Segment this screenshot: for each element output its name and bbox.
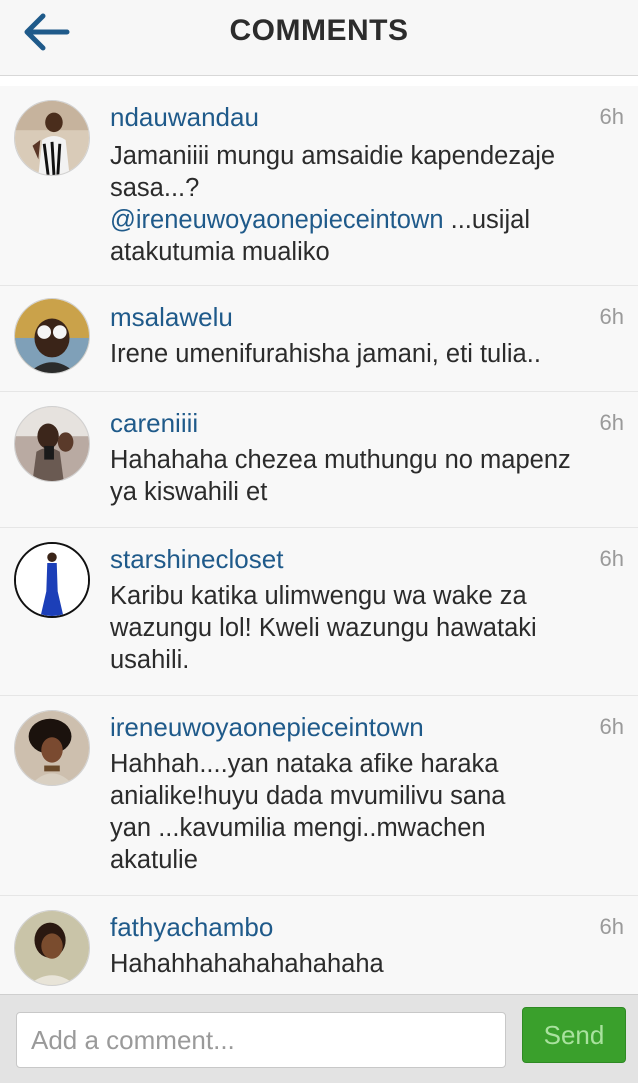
- comment-line: @ireneuwoyaonepieceintown ...usijal: [110, 204, 610, 236]
- header-spacer: [0, 76, 638, 86]
- avatar-image-icon: [15, 911, 89, 985]
- comment-line: ya kiswahili et: [110, 478, 268, 506]
- avatar-image-icon: [15, 407, 89, 481]
- comment-item: careniiii 6h Hahahaha chezea muthungu no…: [0, 392, 638, 528]
- comment-line: sasa...?: [110, 174, 200, 202]
- comment-line-suffix: ...usijal: [443, 206, 530, 234]
- avatar[interactable]: [14, 406, 90, 482]
- comment-timestamp: 6h: [599, 104, 624, 129]
- comment-username[interactable]: ireneuwoyaonepieceintown: [110, 712, 424, 743]
- comment-item: fathyachambo 6h Hahahhahahahahahaha: [0, 896, 638, 994]
- avatar[interactable]: [14, 298, 90, 374]
- comment-text: Irene umenifurahisha jamani, eti tulia..: [110, 338, 610, 370]
- comment-line: Hahhah....yan nataka afike haraka: [110, 750, 499, 778]
- comment-line: wazungu lol! Kweli wazungu hawataki: [110, 614, 537, 642]
- comment-item: starshinecloset 6h Karibu katika ulimwen…: [0, 528, 638, 696]
- avatar[interactable]: [14, 100, 90, 176]
- comment-text: Karibu katika ulimwengu wa wake za wazun…: [110, 580, 610, 676]
- comment-line: akatulie: [110, 846, 198, 874]
- comment-composer: Send: [0, 994, 638, 1083]
- comment-line: yan ...kavumilia mengi..mwachen: [110, 814, 486, 842]
- avatar[interactable]: [14, 910, 90, 986]
- send-button[interactable]: Send: [522, 1007, 626, 1063]
- comment-text: Jamaniiii mungu amsaidie kapendezaje sas…: [110, 140, 610, 268]
- comment-timestamp: 6h: [599, 410, 624, 435]
- comment-item: msalawelu 6h Irene umenifurahisha jamani…: [0, 286, 638, 392]
- comment-item: ndauwandau 6h Jamaniiii mungu amsaidie k…: [0, 86, 638, 286]
- comments-list[interactable]: ndauwandau 6h Jamaniiii mungu amsaidie k…: [0, 86, 638, 994]
- top-bar: COMMENTS: [0, 0, 638, 76]
- comment-username[interactable]: starshinecloset: [110, 544, 283, 575]
- avatar[interactable]: [14, 710, 90, 786]
- comment-timestamp: 6h: [599, 546, 624, 571]
- comment-line: usahili.: [110, 646, 190, 674]
- comment-input[interactable]: [16, 1012, 506, 1068]
- comment-line: Irene umenifurahisha jamani, eti tulia..: [110, 340, 541, 368]
- mention-link[interactable]: @ireneuwoyaonepieceintown: [110, 206, 444, 234]
- comment-line: atakutumia mualiko: [110, 238, 330, 266]
- comment-timestamp: 6h: [599, 304, 624, 329]
- comment-username[interactable]: careniiii: [110, 408, 198, 439]
- comment-text: Hahahhahahahahahaha: [110, 948, 610, 980]
- comment-username[interactable]: fathyachambo: [110, 912, 273, 943]
- comment-item: ireneuwoyaonepieceintown 6h Hahhah....ya…: [0, 696, 638, 896]
- avatar[interactable]: [14, 542, 90, 618]
- avatar-image-icon: [16, 544, 88, 616]
- comment-username[interactable]: msalawelu: [110, 302, 233, 333]
- comment-line: Hahahaha chezea muthungu no mapenz: [110, 446, 571, 474]
- comment-line: Jamaniiii mungu amsaidie kapendezaje: [110, 142, 556, 170]
- comment-timestamp: 6h: [599, 914, 624, 939]
- comment-line: Hahahhahahahahahaha: [110, 950, 384, 978]
- comment-timestamp: 6h: [599, 714, 624, 739]
- comment-line: anialike!huyu dada mvumilivu sana: [110, 782, 506, 810]
- comment-text: Hahhah....yan nataka afike haraka aniali…: [110, 748, 610, 876]
- page-title: COMMENTS: [229, 14, 409, 47]
- avatar-image-icon: [15, 299, 89, 373]
- avatar-image-icon: [15, 101, 89, 175]
- comment-text: Hahahaha chezea muthungu no mapenz ya ki…: [110, 444, 610, 508]
- comment-line: Karibu katika ulimwengu wa wake za: [110, 582, 527, 610]
- avatar-image-icon: [15, 711, 89, 785]
- comment-username[interactable]: ndauwandau: [110, 102, 259, 133]
